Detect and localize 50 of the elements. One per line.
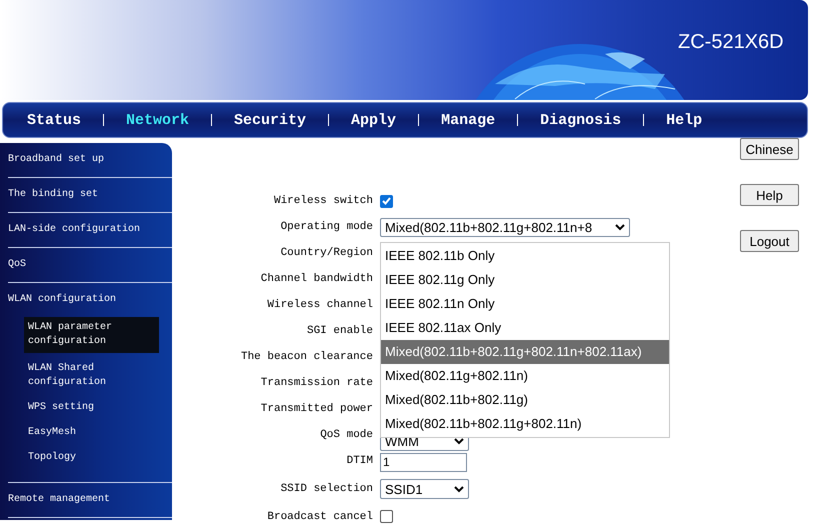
dropdown-option[interactable]: Mixed(802.11b+802.11g) [381,388,669,412]
sidebar-subitem[interactable]: Topology [24,449,159,467]
sidebar-item[interactable]: LAN-side configuration [8,213,172,248]
nav-tab[interactable]: Help [654,112,714,128]
field-label: Operating mode [280,221,373,233]
input-field[interactable]: 1 [380,452,467,472]
sidebar-subitem[interactable]: WPS setting [24,399,159,417]
field-label: Transmission rate [260,377,373,389]
field-label: Broadcast cancel [267,510,373,522]
sidebar-item[interactable]: QoS [8,248,172,283]
sidebar-item[interactable]: The binding set [8,178,172,213]
sidebar-item[interactable]: Remote management [8,483,172,518]
action-button[interactable]: Logout [740,230,799,252]
nav-tab[interactable]: Apply [339,112,408,128]
nav-tab[interactable]: Security [222,112,318,128]
caret-icon [615,224,625,230]
field-label: SSID selection [280,483,373,495]
nav-tab[interactable]: Diagnosis [528,112,634,128]
sidebar-subitem[interactable]: WLAN parameter configuration [24,317,159,353]
sidebar-subitem[interactable]: WLAN Shared configuration [24,360,159,392]
dropdown-option[interactable]: IEEE 802.11ax Only [381,316,669,340]
caret-icon [454,438,464,444]
field-label: Channel bandwidth [260,273,373,285]
sidebar-item[interactable]: WLAN configuration [8,283,172,317]
dropdown-option[interactable]: Mixed(802.11g+802.11n) [381,364,669,388]
select-field[interactable]: Mixed(802.11b+802.11g+802.11n+8 [380,218,630,236]
nav-tab[interactable]: Status [15,112,94,128]
action-button[interactable]: Help [740,184,799,206]
field-label: The beacon clearance [240,351,373,363]
dropdown-option[interactable]: Mixed(802.11b+802.11g+802.11n+802.11ax) [381,340,669,364]
dropdown-option[interactable]: IEEE 802.11b Only [381,244,669,268]
field-label: Transmitted power [260,403,373,415]
dropdown-option[interactable]: IEEE 802.11g Only [381,268,669,292]
select-field[interactable]: SSID1 [380,479,469,499]
field-label: SGI enable [306,325,373,337]
field-label: DTIM [346,455,373,467]
field-label: Wireless switch [274,195,373,207]
sidebar-item[interactable]: Broadband set up [8,143,172,178]
checkbox[interactable] [380,510,393,523]
dropdown-option[interactable]: IEEE 802.11n Only [381,292,669,316]
nav-tab[interactable]: Manage [429,112,508,128]
model-name: ZC-521X6D [678,31,784,54]
field-label: Country/Region [280,247,373,259]
nav-tab[interactable]: Network [114,112,202,128]
caret-icon [454,486,464,492]
checkbox[interactable] [380,194,393,208]
field-label: QoS mode [320,429,373,441]
sidebar-subitem[interactable]: EasyMesh [24,424,159,442]
action-button[interactable]: Chinese [740,138,799,160]
field-label: Wireless channel [267,299,373,311]
